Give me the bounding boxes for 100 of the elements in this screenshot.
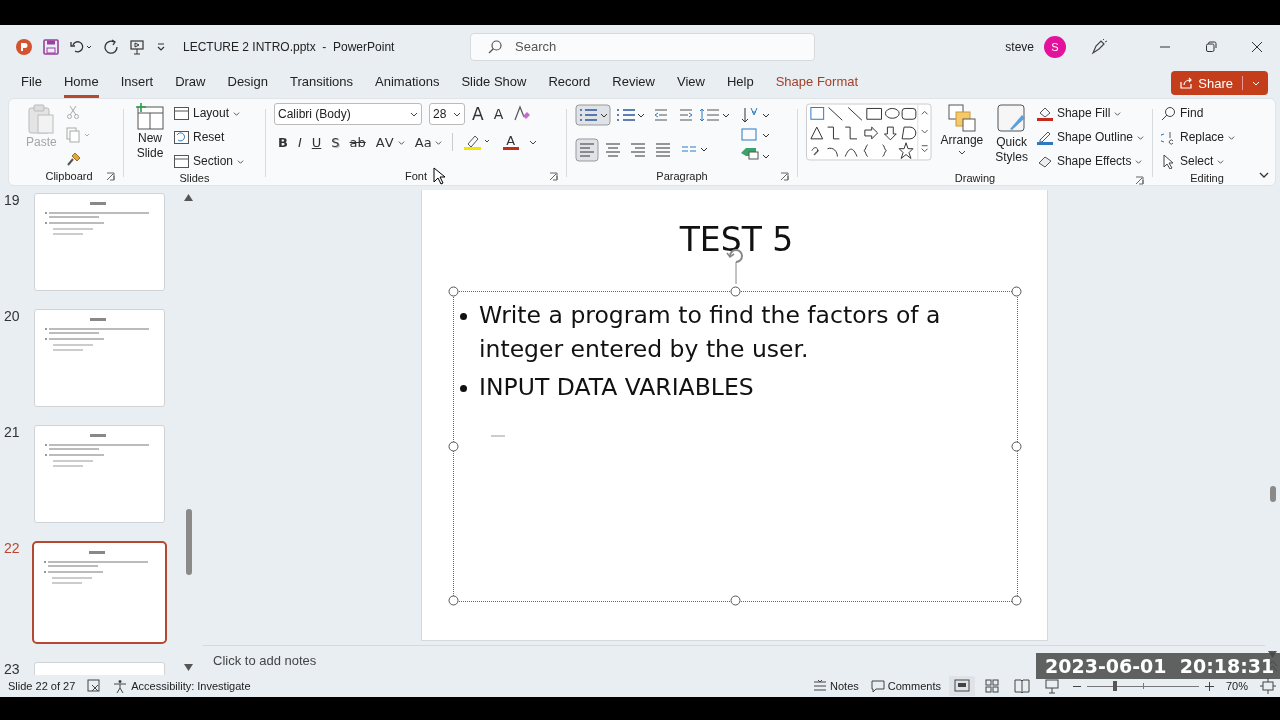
slide-number: 22 (3, 541, 21, 555)
resize-handle[interactable] (1011, 441, 1022, 451)
slides-command[interactable]: Layout (174, 103, 245, 123)
redo-icon[interactable] (103, 38, 119, 55)
group-label: Clipboard (45, 170, 93, 182)
shape-command[interactable]: Shape Fill (1036, 103, 1144, 123)
pen-icon[interactable] (1090, 37, 1108, 56)
launcher-icon[interactable] (549, 172, 558, 181)
arrange-icon (946, 103, 977, 133)
new-slide-button[interactable]: New Slide (132, 103, 168, 161)
editing-command[interactable]: Select (1161, 151, 1236, 171)
ribbon-tab[interactable]: Slide Show (461, 68, 527, 98)
font-name-field[interactable]: Calibri (Body) (274, 103, 422, 125)
quick-styles-button[interactable]: Quick Styles (992, 103, 1031, 165)
collapse-ribbon-icon[interactable] (1259, 171, 1269, 179)
search-icon (1161, 105, 1176, 121)
resize-handle[interactable] (730, 286, 740, 297)
format-button[interactable]: S (331, 134, 340, 150)
shape-command[interactable]: Shape Effects (1036, 151, 1144, 171)
scrollbar-thumb[interactable] (1269, 486, 1276, 502)
format-button[interactable]: AV (375, 134, 405, 150)
clipboard-icon (26, 103, 57, 135)
resize-handle[interactable] (448, 286, 459, 297)
window-title: LECTURE 2 INTRO.pptx - PowerPoint (183, 39, 396, 54)
replace-icon (1161, 129, 1176, 145)
caret-icon (410, 110, 418, 118)
resize-handle[interactable] (448, 441, 459, 451)
slide-number: 19 (3, 193, 21, 207)
editing-command[interactable]: Find (1161, 103, 1236, 123)
search-field[interactable]: Search (470, 32, 815, 61)
ribbon-tab[interactable]: Review (612, 68, 655, 98)
normal-view-icon[interactable] (948, 676, 975, 696)
restore-icon[interactable] (1205, 40, 1217, 53)
launcher-icon[interactable] (1135, 176, 1144, 185)
resize-handle[interactable] (1011, 595, 1022, 606)
ribbon-tab[interactable]: Record (548, 68, 591, 98)
fit-slide-icon[interactable] (1260, 678, 1276, 694)
decrease-font-button[interactable]: A (493, 106, 507, 122)
share-button[interactable]: Share (1171, 71, 1268, 95)
pencil-icon (1036, 129, 1053, 145)
ribbon-tab[interactable]: Shape Format (775, 68, 859, 98)
ribbon-tab[interactable]: Animations (375, 68, 440, 98)
group-label: Font (405, 170, 427, 182)
caret-icon (233, 109, 241, 117)
spelling-check-icon[interactable] (87, 679, 102, 693)
ribbon-tab[interactable]: View (677, 68, 705, 98)
accessibility-status[interactable]: Accessibility: Investigate (113, 679, 251, 693)
caret-icon[interactable] (528, 138, 537, 146)
close-icon[interactable] (1251, 40, 1263, 53)
shapes-gallery-drawing[interactable] (806, 103, 932, 161)
slides-command[interactable]: Section (174, 151, 245, 171)
notes-button[interactable]: Notes (813, 680, 859, 692)
ribbon-tab[interactable]: Transitions (289, 68, 354, 98)
slide-thumbnail[interactable] (32, 541, 167, 644)
zoom-in-icon[interactable] (1204, 681, 1214, 691)
ribbon-tab[interactable]: Help (726, 68, 754, 98)
customize-caret-icon[interactable] (155, 40, 167, 53)
user-avatar[interactable]: S (1044, 35, 1066, 58)
caret-icon (434, 138, 442, 146)
ribbon-tab[interactable]: Design (227, 68, 268, 98)
format-button[interactable]: ab (349, 134, 366, 150)
font-color-button[interactable]: A (502, 134, 519, 150)
quick-styles-icon (995, 103, 1028, 135)
zoom-level[interactable]: 70% (1225, 680, 1248, 692)
format-button[interactable]: U (311, 134, 322, 150)
format-painter-icon[interactable] (65, 151, 82, 167)
scroll-down-icon[interactable] (184, 664, 193, 671)
editing-command[interactable]: Replace (1161, 127, 1236, 147)
format-button[interactable]: I (297, 134, 302, 150)
slide-number: 21 (3, 425, 21, 439)
clear-formatting-icon[interactable] (513, 105, 532, 123)
resize-handle[interactable] (448, 595, 459, 606)
increase-font-button[interactable]: A (472, 104, 487, 124)
ribbon-tab[interactable]: Draw (175, 68, 206, 98)
launcher-icon[interactable] (106, 172, 115, 181)
arrange-button[interactable]: Arrange (937, 103, 987, 156)
ribbon-tab[interactable]: Insert (120, 68, 154, 98)
save-icon[interactable] (43, 38, 59, 55)
shape-command[interactable]: Shape Outline (1036, 127, 1144, 147)
slide-count: Slide 22 of 27 (8, 680, 76, 692)
resize-handle[interactable] (1011, 286, 1022, 297)
slide-title[interactable]: TEST 5 (422, 190, 1047, 259)
resize-handle[interactable] (730, 595, 740, 606)
scroll-up-icon[interactable] (184, 194, 193, 201)
undo-icon[interactable] (69, 38, 93, 55)
bullet-text: INPUT DATA VARIABLES (479, 372, 754, 403)
launcher-icon[interactable] (780, 172, 789, 181)
search-icon (487, 38, 503, 55)
caret-icon (397, 138, 405, 146)
format-button[interactable]: Aa (414, 134, 442, 150)
format-button[interactable]: B (278, 134, 288, 150)
slides-command[interactable]: Reset (174, 127, 245, 147)
ribbon-tab[interactable]: File (21, 68, 42, 98)
presentation-icon[interactable] (129, 38, 145, 55)
scrollbar-thumb[interactable] (185, 509, 192, 575)
comments-button[interactable]: Comments (870, 679, 941, 693)
caret-icon (1252, 79, 1260, 87)
group-label: Paragraph (656, 170, 708, 182)
group-label: Slides (179, 172, 210, 184)
font-size-field[interactable]: 28 (429, 103, 465, 125)
